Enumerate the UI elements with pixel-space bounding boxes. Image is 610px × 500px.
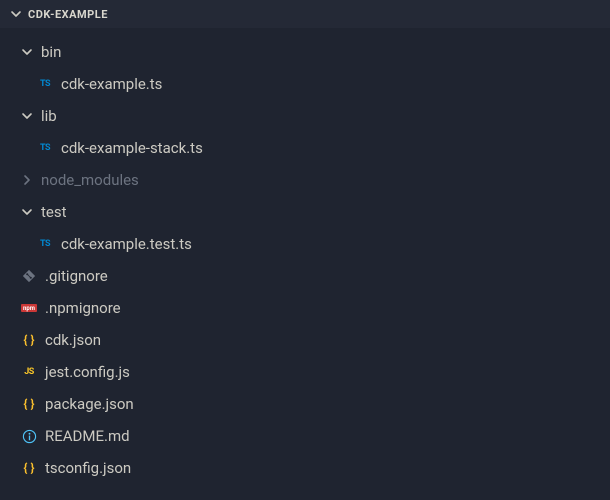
folder-label: node_modules [41,171,139,189]
chevron-right-icon [20,173,34,187]
file-label: jest.config.js [45,363,130,381]
folder-node-modules[interactable]: node_modules [0,164,610,196]
file-tree: bin TS cdk-example.ts lib TS cdk-example… [0,28,610,484]
folder-test[interactable]: test [0,196,610,228]
file-cdk-json[interactable]: { } cdk.json [0,324,610,356]
folder-label: bin [41,43,61,61]
folder-label: test [41,203,67,221]
folder-lib[interactable]: lib [0,100,610,132]
file-label: .gitignore [45,267,108,285]
file-label: cdk-example-stack.ts [61,139,203,157]
file-cdk-example-test-ts[interactable]: TS cdk-example.test.ts [0,228,610,260]
file-tsconfig-json[interactable]: { } tsconfig.json [0,452,610,484]
javascript-icon: JS [20,364,38,380]
project-name: CDK-EXAMPLE [28,8,108,21]
file-label: cdk.json [45,331,101,349]
chevron-down-icon [20,109,34,123]
file-label: README.md [45,427,130,445]
json-icon: { } [20,460,38,476]
file-npmignore[interactable]: npm .npmignore [0,292,610,324]
folder-bin[interactable]: bin [0,36,610,68]
typescript-icon: TS [36,76,54,92]
file-label: cdk-example.test.ts [61,235,192,253]
file-jest-config-js[interactable]: JS jest.config.js [0,356,610,388]
file-gitignore[interactable]: .gitignore [0,260,610,292]
json-icon: { } [20,396,38,412]
file-cdk-example-ts[interactable]: TS cdk-example.ts [0,68,610,100]
chevron-down-icon [20,205,34,219]
folder-label: lib [41,107,57,125]
explorer-header[interactable]: CDK-EXAMPLE [0,0,610,28]
file-label: cdk-example.ts [61,75,162,93]
file-package-json[interactable]: { } package.json [0,388,610,420]
chevron-down-icon [10,8,22,20]
json-icon: { } [20,332,38,348]
chevron-down-icon [20,45,34,59]
file-readme-md[interactable]: README.md [0,420,610,452]
file-cdk-example-stack-ts[interactable]: TS cdk-example-stack.ts [0,132,610,164]
info-icon [20,428,38,444]
typescript-icon: TS [36,236,54,252]
file-label: package.json [45,395,134,413]
typescript-icon: TS [36,140,54,156]
file-label: tsconfig.json [45,459,131,477]
npm-icon: npm [20,300,38,316]
git-icon [20,268,38,284]
file-label: .npmignore [45,299,121,317]
